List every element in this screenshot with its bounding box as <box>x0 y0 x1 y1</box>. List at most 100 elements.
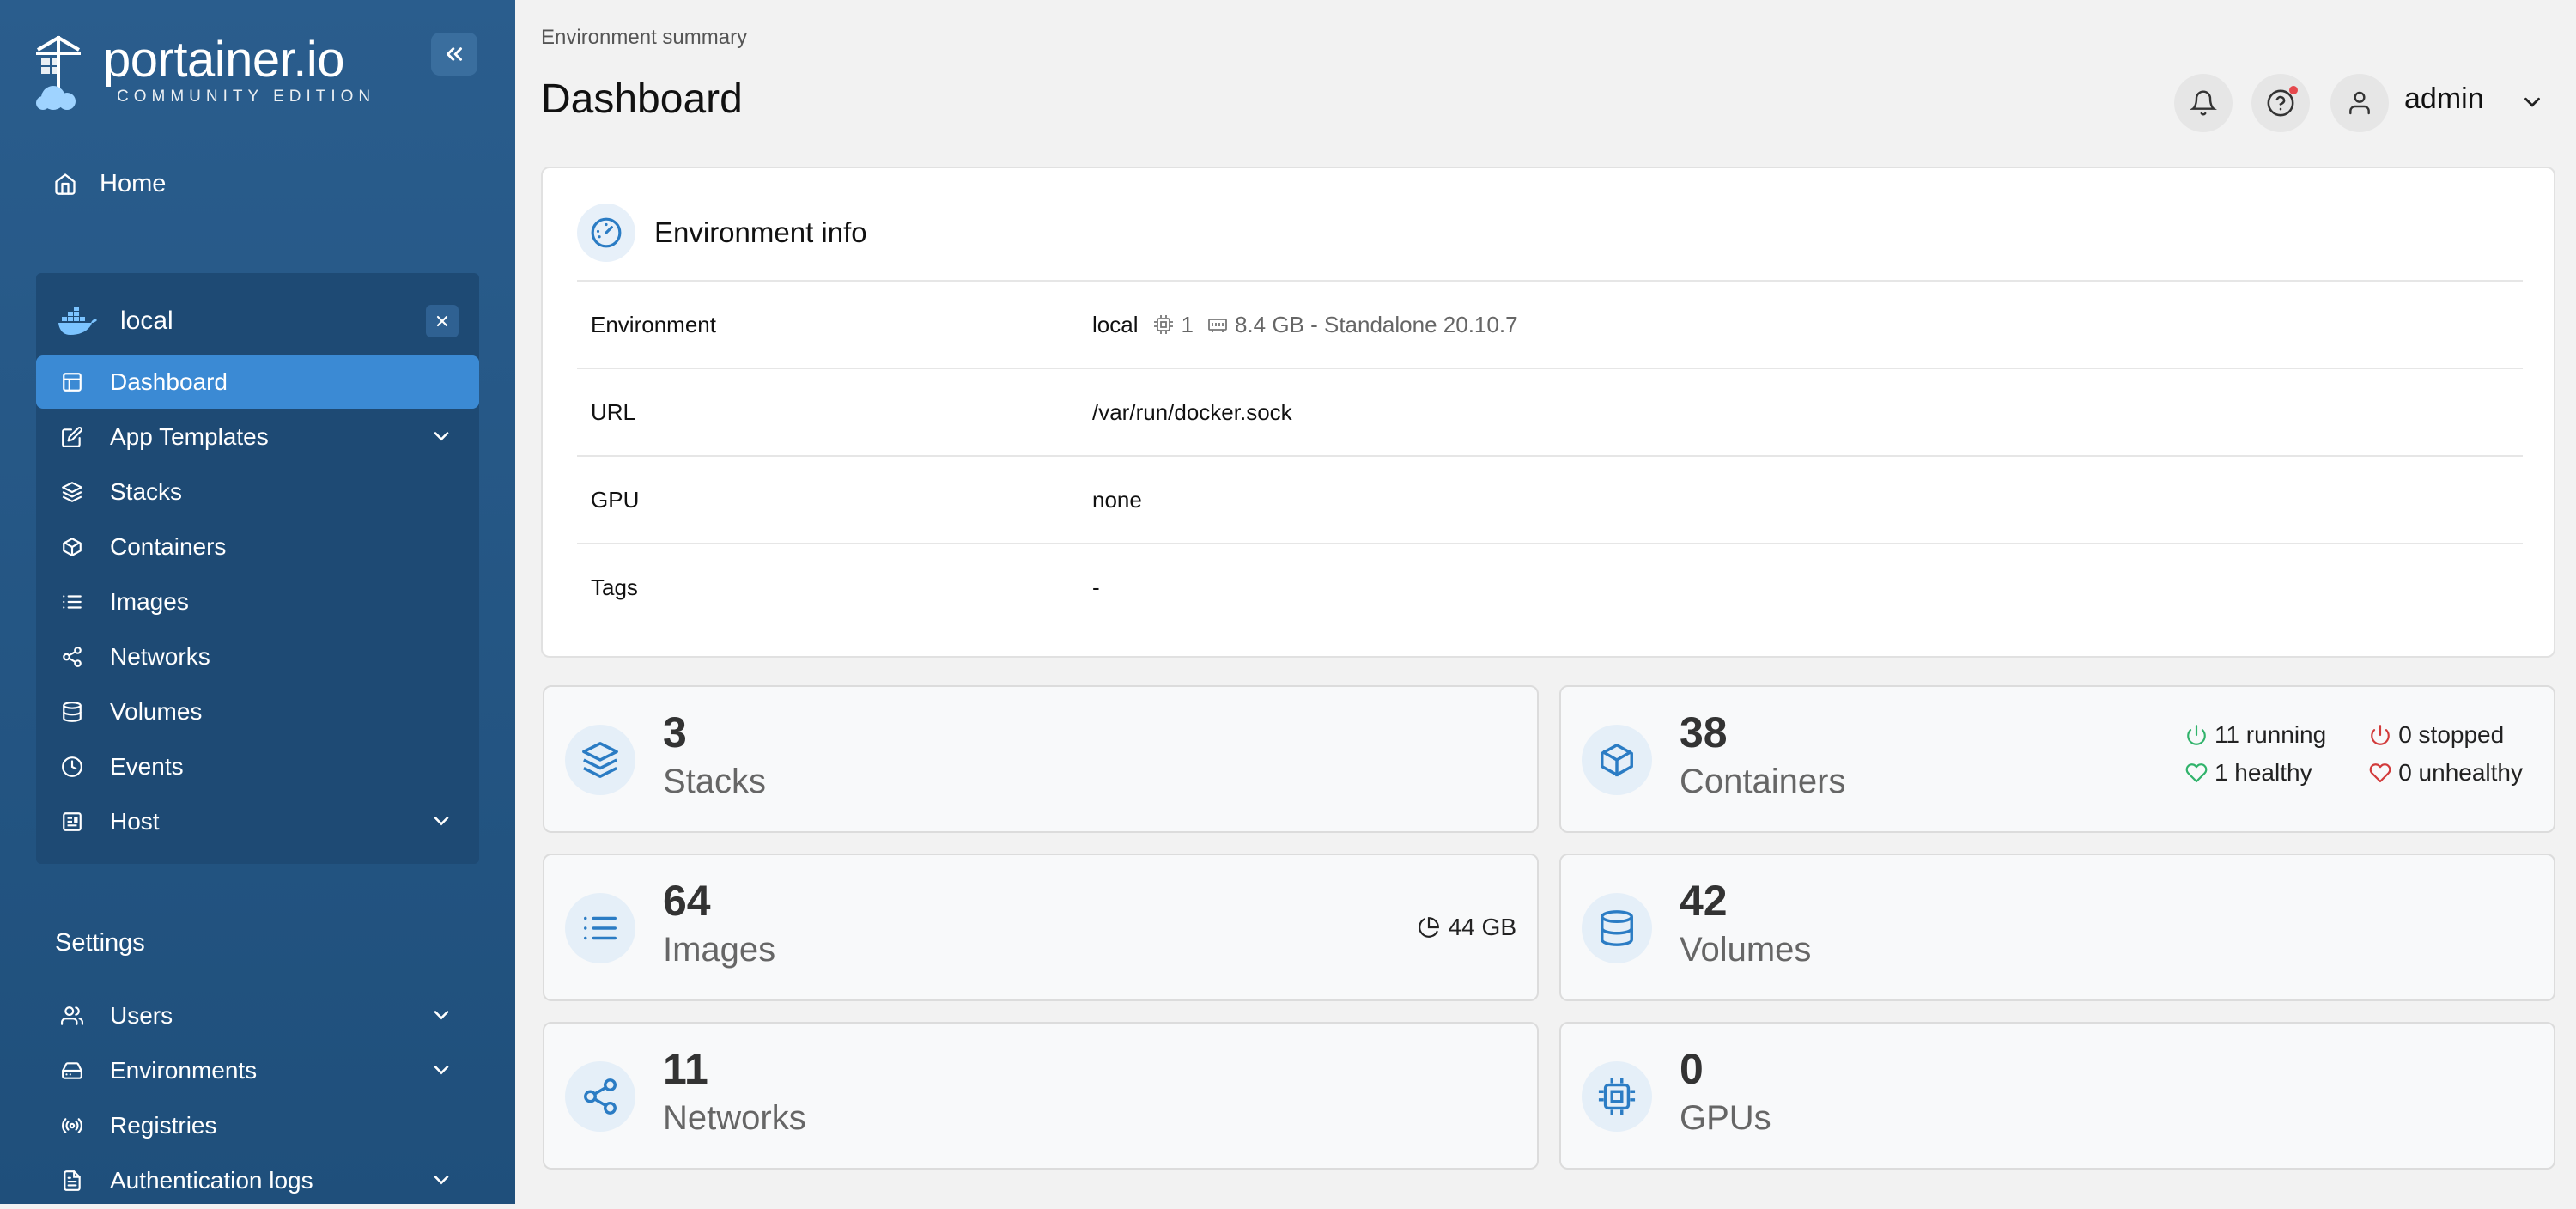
images-count: 64 <box>663 877 711 925</box>
images-size: 44 GB <box>1418 914 1516 941</box>
sidebar-item-label: Registries <box>110 1112 217 1139</box>
volumes-count: 42 <box>1680 877 1728 925</box>
sidebar-item-registries[interactable]: Registries <box>36 1099 479 1152</box>
environment-header: local <box>57 294 459 349</box>
help-button[interactable] <box>2251 74 2310 132</box>
environment-info-header: Environment info <box>577 203 867 263</box>
healthy-status: 1 healthy <box>2185 759 2326 787</box>
heart-icon <box>2185 762 2208 784</box>
username[interactable]: admin <box>2404 82 2484 116</box>
close-environment-button[interactable] <box>426 305 459 337</box>
containers-count: 38 <box>1680 708 1728 756</box>
chevron-down-icon <box>429 1168 453 1192</box>
sidebar-item-containers[interactable]: Containers <box>36 520 479 574</box>
healthy-count: 1 healthy <box>2214 759 2312 786</box>
row-key: URL <box>591 398 636 425</box>
sidebar-item-label: Dashboard <box>110 368 228 395</box>
sidebar-item-dashboard[interactable]: Dashboard <box>36 355 479 409</box>
volumes-label: Volumes <box>1680 931 1812 969</box>
sidebar-item-host[interactable]: Host <box>36 795 479 848</box>
environment-info-title: Environment info <box>654 216 867 248</box>
sidebar-item-environments[interactable]: Environments <box>36 1044 479 1097</box>
networks-tile[interactable]: 11 Networks <box>543 1022 1539 1170</box>
breadcrumb: Environment summary <box>541 26 748 49</box>
pie-chart-icon <box>1418 916 1440 939</box>
clock-icon <box>58 753 86 781</box>
images-tile[interactable]: 64 Images 44 GB <box>543 854 1539 1001</box>
row-value: local 1 8.4 GB - Standalone 20.10.7 <box>1092 312 1518 338</box>
layers-icon <box>58 478 86 506</box>
row-value: /var/run/docker.sock <box>1092 398 1292 425</box>
sidebar-item-label: Containers <box>110 533 227 560</box>
sidebar-item-users[interactable]: Users <box>36 989 479 1042</box>
page-title: Dashboard <box>541 76 743 122</box>
power-icon <box>2369 724 2391 746</box>
bell-icon <box>2190 89 2217 117</box>
containers-tile[interactable]: 38 Containers 11 running 0 stopped 1 hea… <box>1559 685 2555 833</box>
sidebar-item-label: Authentication logs <box>110 1167 313 1194</box>
table-row: Tags - <box>577 543 2523 630</box>
containers-label: Containers <box>1680 762 1846 800</box>
edit-icon <box>58 423 86 451</box>
portainer-logo-icon <box>33 33 93 115</box>
memory-info: 8.4 GB - Standalone 20.10.7 <box>1234 311 1518 337</box>
database-icon <box>58 698 86 726</box>
sidebar-item-label: Volumes <box>110 698 203 725</box>
sidebar-item-label: Events <box>110 753 184 780</box>
list-icon <box>58 588 86 616</box>
stacks-tile[interactable]: 3 Stacks <box>543 685 1539 833</box>
gpus-count: 0 <box>1680 1045 1704 1093</box>
environment-name: local <box>120 307 173 335</box>
radio-icon <box>58 1112 86 1139</box>
networks-label: Networks <box>663 1099 806 1137</box>
gauge-icon <box>577 204 635 262</box>
stacks-count: 3 <box>663 708 687 756</box>
cpu-count: 1 <box>1181 311 1194 337</box>
file-text-icon <box>58 1167 86 1194</box>
sidebar-item-label: App Templates <box>110 423 269 450</box>
row-key: Tags <box>591 574 638 600</box>
container-status: 11 running 0 stopped 1 healthy 0 unhealt… <box>2185 721 2523 787</box>
sidebar-item-app-templates[interactable]: App Templates <box>36 410 479 464</box>
environment-info-card: Environment info Environment local 1 8.4… <box>541 167 2555 658</box>
box-icon <box>1582 725 1652 795</box>
sidebar-item-images[interactable]: Images <box>36 575 479 629</box>
gpus-tile[interactable]: 0 GPUs <box>1559 1022 2555 1170</box>
user-menu-button[interactable] <box>2330 74 2389 132</box>
running-status: 11 running <box>2185 721 2326 749</box>
list-icon <box>565 893 635 963</box>
sidebar-item-events[interactable]: Events <box>36 740 479 793</box>
chevron-down-icon[interactable] <box>2519 89 2545 115</box>
gpus-label: GPUs <box>1680 1099 1771 1137</box>
logo-wordmark: portainer.io <box>103 32 344 88</box>
notification-dot <box>2289 86 2298 94</box>
sidebar-item-label: Host <box>110 808 160 835</box>
sidebar-item-networks[interactable]: Networks <box>36 630 479 683</box>
table-row: URL /var/run/docker.sock <box>577 368 2523 455</box>
environment-section: local Dashboard App Templates Stacks Con <box>36 273 479 864</box>
sidebar-item-authentication-logs[interactable]: Authentication logs <box>36 1154 479 1207</box>
chevrons-left-icon <box>441 41 467 67</box>
volumes-tile[interactable]: 42 Volumes <box>1559 854 2555 1001</box>
environment-value: local <box>1092 311 1139 337</box>
settings-heading: Settings <box>55 929 145 957</box>
sidebar-item-home[interactable]: Home <box>53 165 166 203</box>
unhealthy-status: 0 unhealthy <box>2369 759 2523 787</box>
sidebar-item-stacks[interactable]: Stacks <box>36 465 479 519</box>
collapse-sidebar-button[interactable] <box>431 33 477 76</box>
layers-icon <box>565 725 635 795</box>
row-key: Environment <box>591 311 716 337</box>
sidebar-item-label: Home <box>100 169 167 197</box>
box-icon <box>58 533 86 561</box>
sidebar-item-label: Stacks <box>110 478 183 505</box>
notifications-button[interactable] <box>2174 74 2233 132</box>
sidebar-item-label: Environments <box>110 1057 258 1084</box>
unhealthy-count: 0 unhealthy <box>2398 759 2523 786</box>
sidebar-item-volumes[interactable]: Volumes <box>36 685 479 738</box>
hard-drive-icon <box>58 1057 86 1084</box>
logo-edition: COMMUNITY EDITION <box>117 88 376 106</box>
table-row: GPU none <box>577 455 2523 543</box>
portainer-logo[interactable]: portainer.io COMMUNITY EDITION <box>33 32 385 115</box>
user-icon <box>2346 89 2373 117</box>
stopped-status: 0 stopped <box>2369 721 2523 749</box>
